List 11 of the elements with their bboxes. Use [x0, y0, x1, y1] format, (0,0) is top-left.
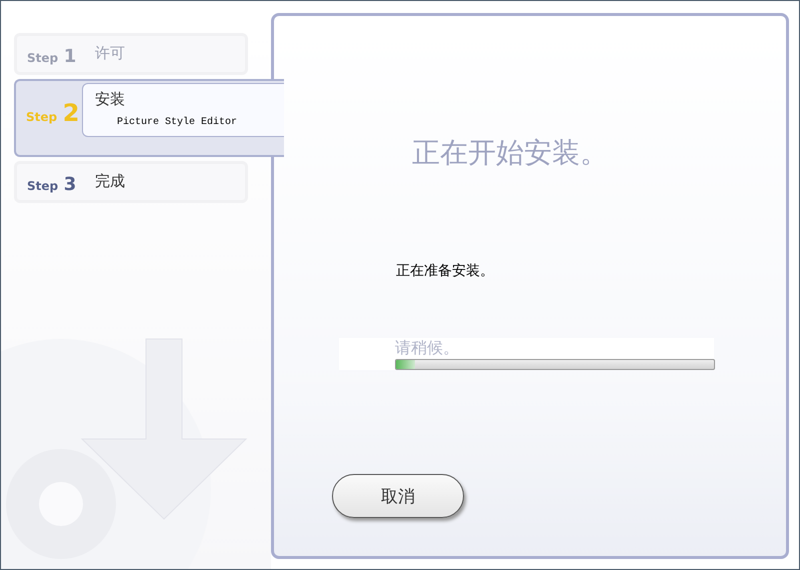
wait-text: 请稍候。	[395, 338, 460, 359]
step-title: 完成	[95, 172, 126, 191]
step-title: 许可	[95, 44, 126, 63]
heading-text: 正在开始安装。	[412, 135, 609, 171]
step-title: 安装	[95, 90, 126, 109]
step-label: Step 1	[26, 45, 78, 67]
cancel-button[interactable]: 取消	[332, 474, 464, 518]
step-label: Step 3	[26, 173, 78, 195]
step-subtitle: Picture Style Editor	[117, 117, 238, 128]
status-text: 正在准备安装。	[396, 262, 495, 280]
step-label: Step 2	[25, 98, 80, 127]
